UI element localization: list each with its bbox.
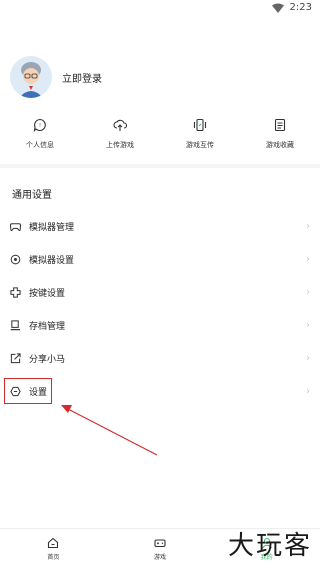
cloud-upload-icon xyxy=(113,119,127,131)
login-link[interactable]: 立即登录 xyxy=(62,70,102,85)
section-title: 通用设置 xyxy=(12,190,52,201)
svg-text:!: ! xyxy=(39,123,41,129)
dpad-icon xyxy=(10,287,21,298)
chevron-right-icon: › xyxy=(306,386,310,397)
menu-item-emulator-settings[interactable]: 模拟器设置 › xyxy=(0,243,320,276)
archive-icon xyxy=(10,320,21,331)
list-icon xyxy=(274,118,286,132)
quick-action-label: 游戏互传 xyxy=(186,141,214,149)
avatar-icon[interactable] xyxy=(10,56,52,98)
quick-action-profile-info[interactable]: ! 个人信息 xyxy=(0,118,80,158)
quick-actions: ! 个人信息 上传游戏 游戏互传 游戏收藏 xyxy=(0,118,320,158)
status-bar: 2:23 xyxy=(0,0,320,18)
quick-action-favorites[interactable]: 游戏收藏 xyxy=(240,118,320,158)
quick-action-label: 上传游戏 xyxy=(106,141,134,149)
status-time: 2:23 xyxy=(289,2,312,13)
quick-action-game-transfer[interactable]: 游戏互传 xyxy=(160,118,240,158)
chat-icon: ! xyxy=(33,118,46,132)
phone-transfer-icon xyxy=(193,118,207,132)
annotation-highlight-box xyxy=(4,378,52,404)
menu-label: 分享小马 xyxy=(29,355,66,365)
menu-item-save-management[interactable]: 存档管理 › xyxy=(0,309,320,342)
gamepad-icon xyxy=(154,538,166,547)
chevron-right-icon: › xyxy=(306,221,310,232)
quick-action-label: 游戏收藏 xyxy=(266,141,294,149)
share-icon xyxy=(10,353,21,364)
status-right: 2:23 xyxy=(271,2,312,13)
section-divider xyxy=(0,164,320,168)
chevron-right-icon: › xyxy=(306,320,310,331)
nav-home[interactable]: 首页 xyxy=(0,529,107,568)
wifi-icon xyxy=(271,3,284,13)
watermark-logo: 大玩客 xyxy=(227,531,312,561)
menu-label: 模拟器设置 xyxy=(29,256,75,266)
home-icon xyxy=(48,537,59,548)
gamepad-icon xyxy=(10,223,21,231)
menu-item-emulator-management[interactable]: 模拟器管理 › xyxy=(0,210,320,243)
chevron-right-icon: › xyxy=(306,254,310,265)
menu-item-key-settings[interactable]: 按键设置 › xyxy=(0,276,320,309)
quick-action-label: 个人信息 xyxy=(26,141,54,149)
nav-label: 首页 xyxy=(47,553,60,561)
gear-icon xyxy=(10,254,21,265)
profile-header[interactable]: 立即登录 xyxy=(10,56,102,98)
chevron-right-icon: › xyxy=(306,287,310,298)
nav-label: 游戏 xyxy=(154,553,167,561)
chevron-right-icon: › xyxy=(306,353,310,364)
menu-label: 模拟器管理 xyxy=(29,223,75,233)
nav-games[interactable]: 游戏 xyxy=(107,529,214,568)
quick-action-upload-game[interactable]: 上传游戏 xyxy=(80,118,160,158)
menu-label: 存档管理 xyxy=(29,322,66,332)
menu-label: 按键设置 xyxy=(29,289,66,299)
menu-item-share[interactable]: 分享小马 › xyxy=(0,342,320,375)
